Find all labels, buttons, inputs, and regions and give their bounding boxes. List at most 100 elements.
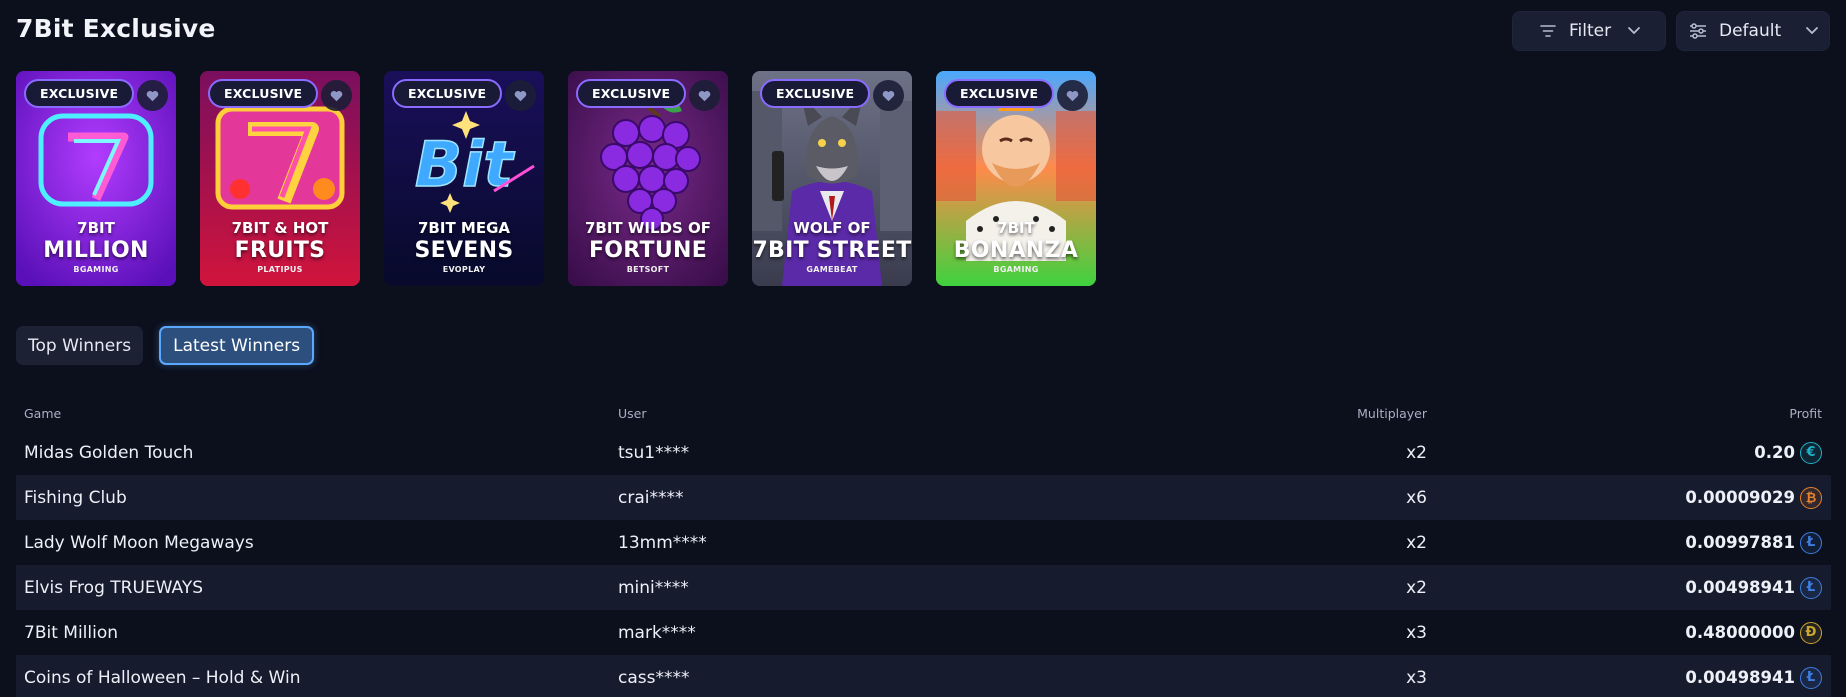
sliders-icon [1690,23,1706,39]
filter-icon [1540,25,1556,37]
tab-top-winners[interactable]: Top Winners [16,326,144,365]
exclusive-badge: EXCLUSIVE [576,79,687,108]
header-multiplier: Multiplayer [1357,405,1427,421]
top-controls: Filter Default [1512,11,1830,51]
exclusive-badge: EXCLUSIVE [24,79,135,108]
header-profit: Profit [1789,405,1822,421]
heart-icon [882,90,895,101]
game-card[interactable]: EXCLUSIVE WOLF OF 7BIT STREET GAMEBEAT [752,71,912,286]
game-card[interactable]: EXCLUSIVE 7BIT & HOT FRUITS PLATIPUS [200,71,360,286]
heart-icon [330,90,343,101]
row-game[interactable]: Fishing Club [16,488,610,508]
row-profit: 0.00009029 ₿ [1427,486,1831,509]
table-row: 7Bit Million mark**** x3 0.48000000 Ð [16,610,1831,655]
game-provider: GAMEBEAT [806,265,858,274]
row-user: mini**** [618,577,689,598]
dogecoin-icon: Ð [1800,621,1822,644]
row-user: mark**** [618,622,696,643]
profit-value: 0.20 [1754,443,1795,462]
game-card[interactable]: EXCLUSIVE 7BIT MILLION BGAMING [16,71,176,286]
game-title-top: 7BIT [997,219,1035,237]
row-user: cass**** [618,667,690,688]
exclusive-badge: EXCLUSIVE [392,79,503,108]
profit-value: 0.48000000 [1685,623,1795,642]
game-title-main: BONANZA [953,238,1079,263]
svg-text:Bit: Bit [415,128,516,201]
header-game: Game [24,405,62,421]
favorite-button[interactable] [321,80,352,111]
game-title-main: SEVENS [414,238,514,263]
filter-label: Filter [1569,21,1612,41]
favorite-button[interactable] [689,80,720,111]
row-multiplier: x3 [1406,622,1427,643]
row-profit: 0.20 € [1427,441,1831,464]
sort-dropdown[interactable]: Default [1676,11,1830,51]
table-row: Fishing Club crai**** x6 0.00009029 ₿ [16,475,1831,520]
game-card[interactable]: EXCLUSIVE 7BIT BONANZA BGAMING [936,71,1096,286]
filter-dropdown[interactable]: Filter [1512,11,1666,51]
row-multiplier: x2 [1406,532,1427,553]
winners-table: Game User Multiplayer Profit Midas Golde… [16,396,1831,697]
euro-icon: € [1800,441,1822,464]
profit-value: 0.00498941 [1685,578,1795,597]
chevron-down-icon [1806,27,1818,34]
row-game[interactable]: 7Bit Million [16,623,610,643]
game-card[interactable]: Bit EXCLUSIVE 7BIT MEGA SEVENS EVOPLAY [384,71,544,286]
row-profit: 0.48000000 Ð [1427,621,1831,644]
game-provider: BETSOFT [626,265,670,274]
profit-value: 0.00009029 [1685,488,1795,507]
game-title-main: MILLION [43,238,149,263]
heart-icon [146,90,159,101]
game-title-top: 7BIT & HOT [231,219,329,237]
exclusive-badge: EXCLUSIVE [208,79,319,108]
profit-value: 0.00498941 [1685,668,1795,687]
chevron-down-icon [1628,27,1641,34]
table-row: Lady Wolf Moon Megaways 13mm**** x2 0.00997… [16,520,1831,565]
row-game[interactable]: Midas Golden Touch [16,443,610,463]
litecoin-icon: Ł [1800,666,1822,689]
game-provider: BGAMING [73,265,119,274]
game-title-main: FORTUNE [588,238,708,263]
row-profit: 0.00498941 Ł [1427,666,1831,689]
page-title: 7Bit Exclusive [16,14,216,43]
table-row: Midas Golden Touch tsu1**** x2 0.20 € [16,430,1831,475]
exclusive-badge: EXCLUSIVE [760,79,871,108]
game-provider: PLATIPUS [257,265,303,274]
heart-icon [1066,90,1079,101]
favorite-button[interactable] [873,80,904,111]
row-profit: 0.00498941 Ł [1427,576,1831,599]
row-game[interactable]: Elvis Frog TRUEWAYS [16,578,610,598]
row-user: crai**** [618,487,684,508]
bitcoin-icon: ₿ [1800,486,1822,509]
row-profit: 0.00997881 Ł [1427,531,1831,554]
row-game[interactable]: Coins of Halloween – Hold & Win [16,668,610,688]
game-card[interactable]: EXCLUSIVE 7BIT WILDS OF FORTUNE BETSOFT [568,71,728,286]
litecoin-icon: Ł [1800,531,1822,554]
table-body: Midas Golden Touch tsu1**** x2 0.20 € Fishing… [16,430,1831,697]
row-user: 13mm**** [618,532,707,553]
favorite-button[interactable] [505,80,536,111]
row-user: tsu1**** [618,442,690,463]
game-title-top: 7BIT [77,219,115,237]
row-multiplier: x3 [1406,667,1427,688]
sort-label: Default [1719,21,1782,41]
game-title-top: 7BIT WILDS OF [584,219,712,237]
table-row: Elvis Frog TRUEWAYS mini**** x2 0.00498941 Ł [16,565,1831,610]
row-multiplier: x2 [1406,577,1427,598]
exclusive-badge: EXCLUSIVE [944,79,1055,108]
heart-icon [514,90,527,101]
litecoin-icon: Ł [1800,576,1822,599]
row-multiplier: x2 [1406,442,1427,463]
row-game[interactable]: Lady Wolf Moon Megaways [16,533,610,553]
profit-value: 0.00997881 [1685,533,1795,552]
game-title-main: 7BIT STREET [752,238,912,263]
favorite-button[interactable] [1057,80,1088,111]
tab-latest-winners[interactable]: Latest Winners [159,326,315,365]
table-row: Coins of Halloween – Hold & Win cass**** x… [16,655,1831,697]
games-row: EXCLUSIVE 7BIT MILLION BGAMING EXCLUSIVE 7BIT… [16,71,1096,286]
favorite-button[interactable] [137,80,168,111]
game-title-main: FRUITS [234,238,326,263]
heart-icon [698,90,711,101]
winners-tabs: Top Winners Latest Winners [16,326,315,365]
game-title-top: 7BIT MEGA [418,219,510,237]
